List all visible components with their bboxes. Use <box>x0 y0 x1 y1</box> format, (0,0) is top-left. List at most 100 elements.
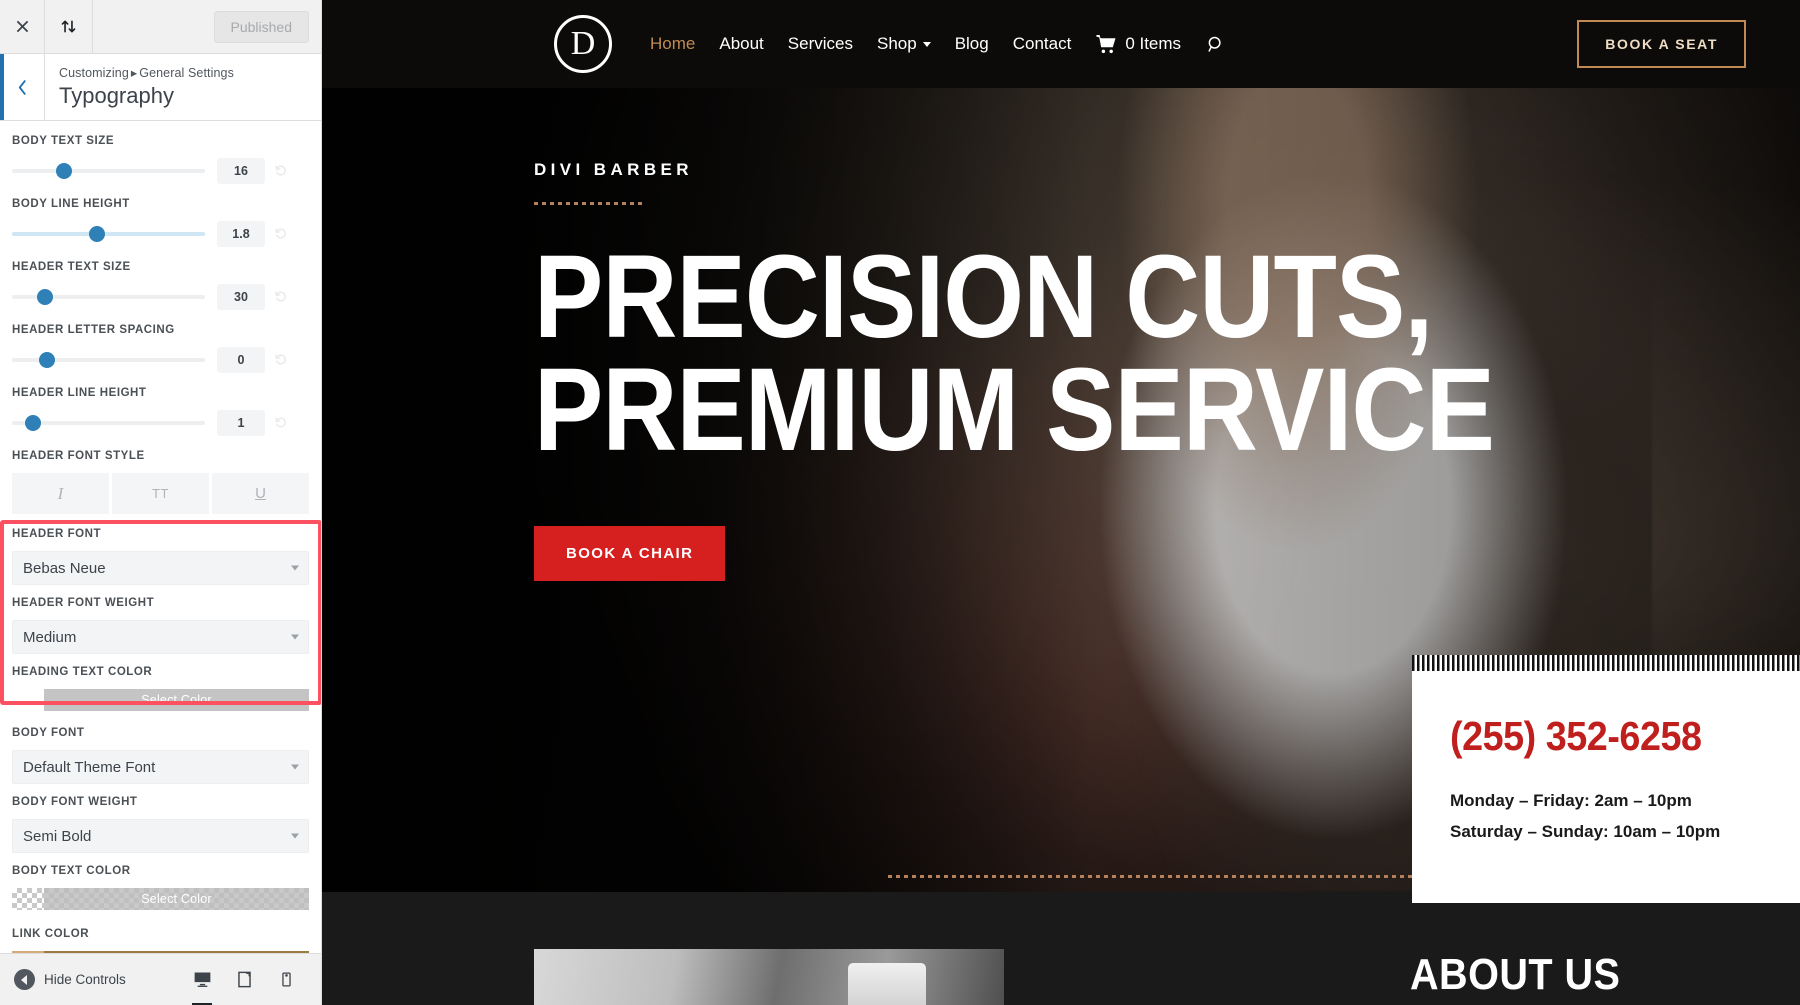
about-image <box>534 949 1004 1005</box>
wordpress-customizer-panel: Published Customizing ▸ General Settings T… <box>0 0 322 1005</box>
slider-thumb[interactable] <box>88 226 105 243</box>
collapse-expand-icon[interactable] <box>45 0 93 53</box>
header-letter-spacing-slider[interactable] <box>12 351 205 369</box>
breadcrumb-root: Customizing <box>59 66 129 80</box>
control-label: Header Font Weight <box>12 597 155 610</box>
reset-icon[interactable] <box>274 227 289 242</box>
control-header-line-height: Header Line Height 1 <box>12 387 309 437</box>
body-text-color-picker[interactable]: Select Color <box>12 888 309 911</box>
control-header-font: Header Font Bebas Neue <box>12 528 309 586</box>
slider-thumb[interactable] <box>36 289 53 306</box>
control-body-font-weight: Body Font Weight Semi Bold <box>12 796 309 854</box>
hide-controls-button[interactable]: Hide Controls <box>14 969 126 990</box>
slider-thumb[interactable] <box>38 352 55 369</box>
control-label: Header Line Height <box>12 387 147 400</box>
header-font-select[interactable]: Bebas Neue <box>12 551 309 586</box>
hours-weekday: Monday – Friday: 2am – 10pm <box>1450 791 1692 810</box>
header-font-value: Bebas Neue <box>23 559 106 577</box>
control-label: Header Font Style <box>12 450 145 463</box>
header-letter-spacing-value[interactable]: 0 <box>217 347 265 374</box>
nav-link-services[interactable]: Services <box>788 34 853 54</box>
control-label: Header Letter Spacing <box>12 324 175 337</box>
heading-text-color-picker[interactable]: Select Color <box>12 689 309 712</box>
book-a-chair-button[interactable]: Book a Chair <box>534 525 726 581</box>
font-style-button-group: I TT U <box>12 473 309 515</box>
nav-link-about[interactable]: About <box>719 34 763 54</box>
site-logo[interactable]: D <box>554 15 612 73</box>
breadcrumb-separator: ▸ <box>130 66 138 80</box>
hero-content: DIVI BARBER Precision Cuts, Premium Serv… <box>534 160 1625 581</box>
control-header-text-size: Header Text Size 30 <box>12 261 309 311</box>
body-font-weight-select[interactable]: Semi Bold <box>12 819 309 854</box>
page-title: Typography <box>59 83 174 108</box>
control-body-text-color: Body Text Color Select Color <box>12 865 309 911</box>
header-line-height-slider[interactable] <box>12 414 205 432</box>
body-text-size-slider[interactable] <box>12 162 205 180</box>
hide-controls-label: Hide Controls <box>44 972 126 987</box>
cart-link[interactable]: 0 Items <box>1095 34 1181 54</box>
reset-icon[interactable] <box>274 416 289 431</box>
header-font-weight-select[interactable]: Medium <box>12 620 309 655</box>
body-font-weight-value: Semi Bold <box>23 827 92 845</box>
customizer-section-header: Customizing ▸ General Settings Typography <box>0 54 321 122</box>
reset-icon[interactable] <box>274 353 289 368</box>
reset-icon[interactable] <box>274 290 289 305</box>
desktop-icon[interactable] <box>181 954 223 1005</box>
nav-link-shop[interactable]: Shop <box>877 34 931 54</box>
control-label: Body Font Weight <box>12 796 138 809</box>
text-transform-button[interactable]: TT <box>112 473 209 515</box>
slider-row: 30 <box>12 284 309 311</box>
body-font-select[interactable]: Default Theme Font <box>12 750 309 785</box>
body-line-height-slider[interactable] <box>12 225 205 243</box>
control-header-letter-spacing: Header Letter Spacing 0 <box>12 324 309 374</box>
chevron-down-icon <box>291 565 299 571</box>
control-label: Body Line Height <box>12 198 130 211</box>
chevron-left-icon[interactable] <box>0 54 45 121</box>
italic-button[interactable]: I <box>12 473 109 515</box>
search-icon[interactable] <box>1205 34 1226 55</box>
chevron-down-icon <box>291 634 299 640</box>
slider-row: 0 <box>12 347 309 374</box>
hours-weekend: Saturday – Sunday: 10am – 10pm <box>1450 821 1721 841</box>
book-a-seat-button[interactable]: Book a Seat <box>1577 20 1746 68</box>
reset-icon[interactable] <box>274 164 289 179</box>
tablet-icon[interactable] <box>223 954 265 1005</box>
select-color-button[interactable]: Select Color <box>44 888 309 911</box>
header-text-size-slider[interactable] <box>12 288 205 306</box>
body-font-value: Default Theme Font <box>23 758 156 776</box>
control-header-font-style: Header Font Style I TT U <box>12 450 309 515</box>
card-body: (255) 352-6258 Monday – Friday: 2am – 10… <box>1412 671 1800 903</box>
hero-eyebrow: DIVI BARBER <box>534 160 693 179</box>
control-label: Heading Text Color <box>12 666 153 679</box>
nav-link-blog[interactable]: Blog <box>955 34 989 54</box>
control-body-line-height: Body Line Height 1.8 <box>12 198 309 248</box>
publish-button[interactable]: Published <box>213 10 309 43</box>
color-swatch[interactable] <box>12 689 44 712</box>
highlighted-settings-group: Header Font Bebas Neue Header Font Weigh… <box>0 520 321 712</box>
chevron-down-icon <box>291 764 299 770</box>
chevron-down-icon <box>922 41 931 47</box>
customizer-screen: Published Customizing ▸ General Settings T… <box>0 0 1800 1005</box>
card-dotted-connector <box>888 875 1412 878</box>
opening-hours: Monday – Friday: 2am – 10pm Saturday – S… <box>1450 786 1800 847</box>
mobile-icon[interactable] <box>265 954 307 1005</box>
phone-number[interactable]: (255) 352-6258 <box>1450 713 1800 760</box>
color-swatch[interactable] <box>12 888 44 911</box>
underline-button[interactable]: U <box>212 473 309 515</box>
nav-link-home[interactable]: Home <box>650 34 695 54</box>
control-label: Header Font <box>12 528 102 541</box>
cart-icon <box>1095 34 1116 53</box>
breadcrumb: Customizing ▸ General Settings <box>59 65 234 80</box>
slider-thumb[interactable] <box>56 163 73 180</box>
select-color-button[interactable]: Select Color <box>44 689 309 712</box>
hero-divider <box>534 202 642 205</box>
nav-link-contact[interactable]: Contact <box>1013 34 1072 54</box>
slider-thumb[interactable] <box>25 415 42 432</box>
slider-row: 16 <box>12 158 309 185</box>
close-icon[interactable] <box>0 0 45 53</box>
body-line-height-value[interactable]: 1.8 <box>217 221 265 248</box>
section-title-wrap: Customizing ▸ General Settings Typography <box>45 54 248 120</box>
header-line-height-value[interactable]: 1 <box>217 410 265 437</box>
body-text-size-value[interactable]: 16 <box>217 158 265 185</box>
header-text-size-value[interactable]: 30 <box>217 284 265 311</box>
